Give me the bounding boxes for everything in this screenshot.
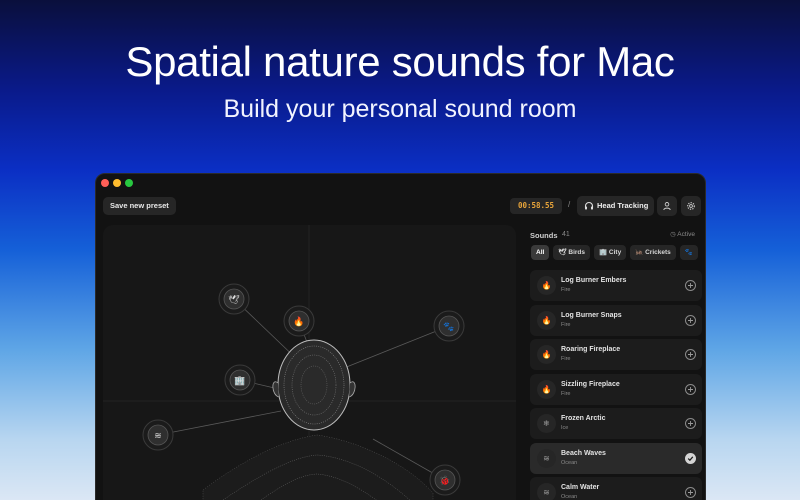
remove-sound-button[interactable] xyxy=(685,452,696,464)
paw-icon: 🐾 xyxy=(684,249,693,256)
flame-icon: 🔥 xyxy=(537,345,556,364)
sound-node-waves[interactable]: ≋ xyxy=(142,419,174,451)
head-tracking-button[interactable]: Head Tracking xyxy=(577,196,654,216)
add-sound-button[interactable] xyxy=(685,487,696,498)
sound-name: Beach Waves xyxy=(561,449,606,457)
filter-chip-birds[interactable]: 🕊 Birds xyxy=(553,245,590,260)
hero-title: Spatial nature sounds for Mac xyxy=(125,38,675,85)
category-filters: All 🕊 Birds 🏢 City 🦗 Crickets 🐾 xyxy=(531,245,698,260)
flame-icon: 🔥 xyxy=(537,310,556,330)
building-icon: 🏢 xyxy=(234,376,245,387)
listener-button[interactable] xyxy=(657,196,677,216)
active-filter-toggle[interactable]: ◷ Active xyxy=(670,230,695,238)
sound-node-flame[interactable]: 🔥 xyxy=(283,305,315,337)
sound-name: Calm Water xyxy=(561,484,600,491)
sound-name: Frozen Arctic xyxy=(561,415,606,422)
add-sound-button[interactable] xyxy=(685,280,696,291)
sound-name: Roaring Fireplace xyxy=(561,346,621,353)
filter-chip-paw[interactable]: 🐾 xyxy=(679,245,698,260)
sound-category: Fire xyxy=(561,356,571,362)
spatial-stage[interactable]: 🕊 🔥 🐾 🏢 ≋ 🐞 xyxy=(103,225,516,500)
active-label: Active xyxy=(677,231,695,238)
person-icon xyxy=(663,202,671,211)
sound-category: Ocean xyxy=(561,459,578,466)
sound-node-bird[interactable]: 🕊 xyxy=(218,283,250,315)
building-icon: 🏢 xyxy=(599,249,609,256)
close-window-button[interactable] xyxy=(101,179,109,187)
filter-chip-all[interactable]: All xyxy=(531,245,550,260)
sound-row[interactable]: ≋ Calm Water Ocean xyxy=(530,477,702,500)
waves-icon: ≋ xyxy=(537,483,556,500)
zoom-window-button[interactable] xyxy=(125,179,133,187)
sounds-panel: Sounds 41 ◷ Active All 🕊 Birds 🏢 City 🦗 Cri… xyxy=(528,225,703,500)
sound-category: Fire xyxy=(561,287,571,293)
plus-icon xyxy=(688,386,693,392)
sound-name: Sizzling Fireplace xyxy=(561,380,620,388)
sound-row[interactable]: 🔥 Log Burner Embers Fire xyxy=(530,270,702,301)
sound-name: Log Burner Snaps xyxy=(561,311,622,319)
sound-row[interactable]: ❄ Frozen Arctic Ice xyxy=(530,408,702,439)
hero-subtitle: Build your personal sound room xyxy=(223,95,577,123)
sounds-heading: Sounds xyxy=(530,231,558,240)
add-sound-button[interactable] xyxy=(685,383,696,395)
sound-category: Fire xyxy=(561,390,571,397)
sound-row[interactable]: 🔥 Log Burner Snaps Fire xyxy=(530,304,702,336)
sound-node-bug[interactable]: 🐞 xyxy=(429,464,461,496)
sound-node-building[interactable]: 🏢 xyxy=(224,364,256,396)
sound-node-paw[interactable]: 🐾 xyxy=(433,310,465,342)
minimize-window-button[interactable] xyxy=(113,179,121,187)
filter-chip-city[interactable]: 🏢 City xyxy=(594,245,627,260)
plus-icon xyxy=(688,352,693,357)
snowflake-icon: ❄ xyxy=(537,414,556,433)
waves-icon: ≋ xyxy=(154,432,162,442)
bird-icon: 🕊 xyxy=(228,294,240,306)
add-sound-button[interactable] xyxy=(685,418,696,429)
flame-icon: 🔥 xyxy=(537,276,556,295)
filter-chip-label: Birds xyxy=(568,249,585,256)
add-sound-button[interactable] xyxy=(685,349,696,360)
gear-icon xyxy=(687,202,695,210)
sound-row[interactable]: 🔥 Sizzling Fireplace Fire xyxy=(530,373,702,405)
sound-row[interactable]: ≋ Beach Waves Ocean xyxy=(530,442,702,474)
head-tracking-label: Head Tracking xyxy=(597,201,649,210)
stage-canvas: 🕊 🔥 🐾 🏢 ≋ 🐞 xyxy=(103,225,516,500)
timer-display: 00:58.55 xyxy=(510,198,562,214)
sound-category: Ocean xyxy=(561,494,578,500)
filter-chip-label: Crickets xyxy=(645,249,671,256)
sound-category: Fire xyxy=(561,321,571,328)
window-controls xyxy=(101,179,133,187)
plus-icon xyxy=(688,283,693,288)
bug-icon: 🐞 xyxy=(439,475,450,487)
plus-icon xyxy=(688,421,693,426)
flame-icon: 🔥 xyxy=(537,379,556,399)
filter-chip-label: City xyxy=(608,249,622,256)
plus-icon xyxy=(688,490,693,495)
sound-category: Ice xyxy=(561,425,569,431)
sound-row[interactable]: 🔥 Roaring Fireplace Fire xyxy=(530,339,702,370)
settings-button[interactable] xyxy=(681,196,701,216)
app-window: Save new preset 00:58.55 / Head Tracking xyxy=(95,173,706,500)
toolbar-separator: / xyxy=(568,200,571,209)
filter-chip-label: All xyxy=(536,249,545,256)
bird-icon: 🕊 xyxy=(558,249,569,256)
listener-head xyxy=(202,339,434,500)
sound-name: Log Burner Embers xyxy=(561,277,627,284)
cricket-icon: 🦗 xyxy=(635,249,646,256)
filter-chip-crickets[interactable]: 🦗 Crickets xyxy=(630,245,676,260)
plus-icon xyxy=(688,317,693,323)
save-preset-button[interactable]: Save new preset xyxy=(103,197,176,215)
add-sound-button[interactable] xyxy=(685,314,696,326)
sound-list: 🔥 Log Burner Embers Fire 🔥 Log Burner Snaps F… xyxy=(530,270,702,500)
sounds-count: 41 xyxy=(562,231,570,238)
headphones-icon xyxy=(584,201,594,210)
check-icon xyxy=(687,455,694,461)
waves-icon: ≋ xyxy=(537,448,556,468)
flame-icon: 🔥 xyxy=(293,316,304,328)
paw-icon: 🐾 xyxy=(443,322,454,333)
